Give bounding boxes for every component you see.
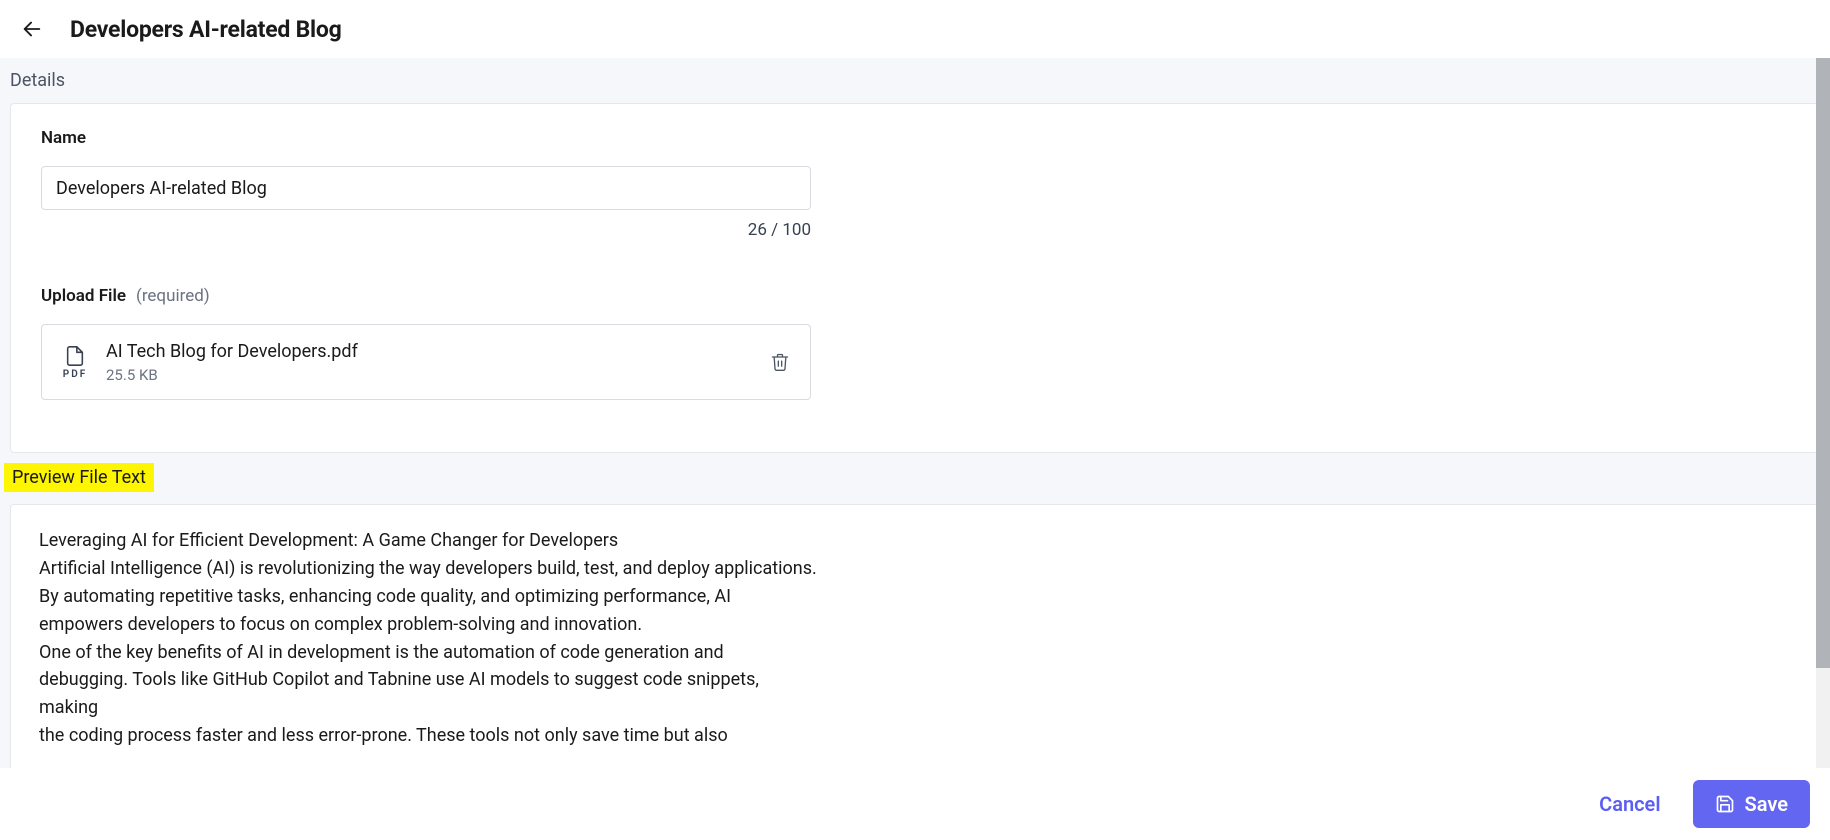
details-card: Name 26 / 100 Upload File (required) PDF…: [10, 103, 1820, 453]
name-field: Name 26 / 100: [41, 128, 1789, 240]
cancel-button[interactable]: Cancel: [1599, 792, 1660, 816]
page-title: Developers AI-related Blog: [70, 16, 342, 43]
file-ext-label: PDF: [63, 369, 87, 380]
name-input[interactable]: [41, 166, 811, 210]
section-header-preview: Preview File Text: [4, 463, 154, 492]
file-size: 25.5 KB: [106, 366, 752, 384]
body-scrollbar[interactable]: [1816, 58, 1830, 768]
save-button-label: Save: [1745, 792, 1788, 816]
delete-file-button[interactable]: [768, 350, 792, 374]
upload-field: Upload File (required) PDF AI Tech Blog …: [41, 286, 1789, 400]
save-button[interactable]: Save: [1693, 780, 1810, 828]
preview-text[interactable]: Leveraging AI for Efficient Development:…: [39, 527, 829, 768]
content-area: Details Name 26 / 100 Upload File (requi…: [0, 58, 1830, 768]
name-label: Name: [41, 128, 86, 148]
save-icon: [1715, 794, 1735, 814]
trash-icon: [770, 352, 790, 372]
arrow-left-icon: [21, 18, 43, 40]
body-scrollbar-thumb[interactable]: [1816, 58, 1830, 668]
file-row: PDF AI Tech Blog for Developers.pdf 25.5…: [41, 324, 811, 400]
file-info: AI Tech Blog for Developers.pdf 25.5 KB: [106, 341, 752, 384]
page-header: Developers AI-related Blog: [0, 0, 1830, 58]
section-header-details: Details: [0, 58, 1830, 103]
file-name: AI Tech Blog for Developers.pdf: [106, 341, 752, 362]
preview-card: Leveraging AI for Efficient Development:…: [10, 504, 1820, 768]
upload-label: Upload File: [41, 286, 126, 306]
footer-actions: Cancel Save: [0, 768, 1830, 840]
upload-required: (required): [136, 286, 210, 306]
file-pdf-icon: PDF: [60, 345, 90, 380]
name-char-count: 26 / 100: [41, 220, 811, 240]
back-button[interactable]: [20, 17, 44, 41]
